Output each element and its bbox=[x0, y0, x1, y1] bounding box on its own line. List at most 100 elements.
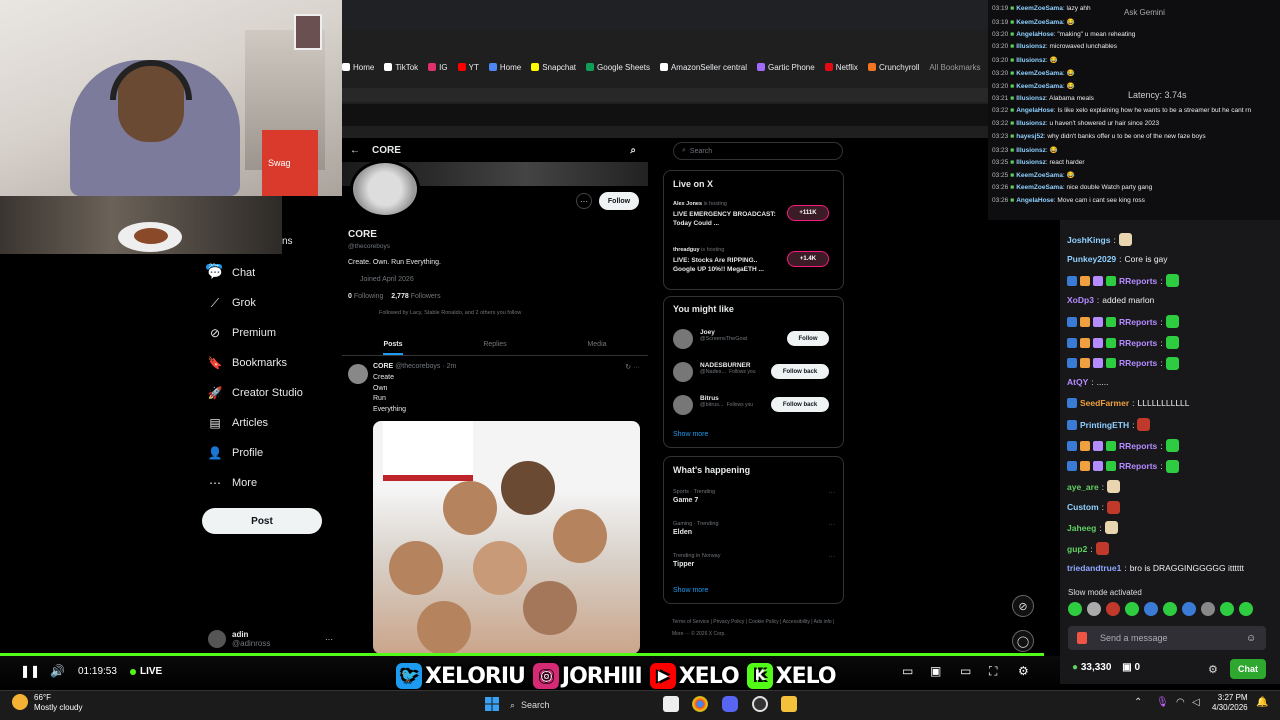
trend-more-icon[interactable]: ··· bbox=[829, 521, 836, 528]
chat-username[interactable]: RReports bbox=[1119, 276, 1157, 286]
all-bookmarks[interactable]: All Bookmarks bbox=[929, 63, 980, 72]
tweet-more-icon[interactable]: ↻ ··· bbox=[625, 363, 640, 371]
emote-icon[interactable] bbox=[1106, 602, 1120, 616]
live-count[interactable]: +1.4K bbox=[787, 251, 829, 267]
address-bar[interactable] bbox=[342, 88, 988, 102]
bookmark[interactable]: IG bbox=[428, 63, 448, 72]
followed-by[interactable]: Followed by Lacy, Stable Ronaldo, and 2 … bbox=[379, 310, 521, 316]
chat-username[interactable]: AngelaHose bbox=[1016, 197, 1054, 204]
emote-icon[interactable] bbox=[1125, 602, 1139, 616]
show-more-link[interactable]: Show more bbox=[673, 587, 708, 594]
nav-item-bookmarks[interactable]: 🔖 Bookmarks bbox=[208, 356, 288, 370]
bookmark[interactable]: Snapchat bbox=[531, 63, 576, 72]
chat-username[interactable]: hayesj52 bbox=[1016, 133, 1043, 140]
tab-posts[interactable]: Posts bbox=[342, 334, 444, 355]
chat-username[interactable]: PrintingETH bbox=[1080, 420, 1129, 430]
chat-username[interactable]: RReports bbox=[1119, 441, 1157, 451]
chat-username[interactable]: AngelaHose bbox=[1016, 107, 1054, 114]
chrome-icon[interactable] bbox=[692, 696, 708, 712]
nav-item-grok[interactable]: ⟋ Grok bbox=[208, 296, 256, 310]
chat-username[interactable]: KeemZoeSama bbox=[1016, 83, 1063, 90]
bookmark[interactable]: Home bbox=[488, 63, 521, 72]
chat-username[interactable]: Illusionsz bbox=[1016, 57, 1046, 64]
follow-button[interactable]: Follow bbox=[599, 192, 639, 210]
weather-widget[interactable]: 66°F Mostly cloudy bbox=[34, 693, 82, 713]
emote-icon[interactable] bbox=[1068, 602, 1082, 616]
bookmark[interactable]: Crunchyroll bbox=[867, 63, 919, 72]
obs-icon[interactable] bbox=[752, 696, 768, 712]
tab-media[interactable]: Media bbox=[546, 334, 648, 355]
nav-item-chat[interactable]: 💬 Chat bbox=[208, 266, 256, 280]
suggestion-row[interactable]: Joey @ScreensTheGoat Follow bbox=[673, 327, 835, 351]
chat-username[interactable]: KeemZoeSama bbox=[1016, 5, 1063, 12]
trend-more-icon[interactable]: ··· bbox=[829, 489, 836, 496]
account-switcher[interactable]: adin @adinross ··· bbox=[208, 626, 333, 652]
chat-username[interactable]: AngelaHose bbox=[1016, 31, 1054, 38]
taskbar-clock[interactable]: 3:27 PM 4/30/2026 bbox=[1212, 693, 1248, 713]
chat-username[interactable]: Illusionsz bbox=[1016, 43, 1046, 50]
nav-item-premium[interactable]: ⊘ Premium bbox=[208, 326, 276, 340]
suggestion-row[interactable]: NADESBURNER @Nades... Follows you Follow ba… bbox=[673, 360, 835, 384]
bookmark[interactable]: Google Sheets bbox=[586, 63, 650, 72]
notification-bell-icon[interactable]: 🔔 bbox=[1256, 697, 1268, 708]
clip-camera-icon[interactable]: ▣ bbox=[930, 664, 941, 678]
chat-username[interactable]: Illusionsz bbox=[1016, 159, 1046, 166]
emote-icon[interactable] bbox=[1220, 602, 1234, 616]
trend-item[interactable]: Gaming · Trending Elden ··· bbox=[673, 521, 835, 536]
wifi-icon[interactable]: ◠ bbox=[1176, 697, 1185, 708]
chat-username[interactable]: triedandtrue1 bbox=[1067, 563, 1121, 573]
ask-gemini[interactable]: Ask Gemini bbox=[1124, 8, 1165, 17]
follow-button[interactable]: Follow back bbox=[771, 364, 829, 379]
pause-icon[interactable]: ❚❚ bbox=[20, 664, 40, 678]
emote-icon[interactable] bbox=[1201, 602, 1215, 616]
following-count[interactable]: 0 bbox=[348, 293, 352, 300]
player-settings-icon[interactable]: ⚙ bbox=[1018, 664, 1029, 678]
tweet-image[interactable] bbox=[373, 421, 640, 654]
tab-replies[interactable]: Replies bbox=[444, 334, 546, 355]
back-arrow-icon[interactable]: ← bbox=[350, 145, 360, 156]
chat-username[interactable]: KeemZoeSama bbox=[1016, 70, 1063, 77]
chat-username[interactable]: Jaheeg bbox=[1067, 523, 1096, 533]
speaker-icon[interactable]: ◁ bbox=[1192, 697, 1200, 708]
bookmark[interactable]: Gartic Phone bbox=[757, 63, 815, 72]
search-input[interactable]: ⌕ Search bbox=[673, 142, 843, 160]
chat-username[interactable]: JoshKings bbox=[1067, 235, 1110, 245]
tray-overflow-icon[interactable]: ⌃ bbox=[1134, 697, 1142, 708]
live-item[interactable]: Alex Jones is hosting LIVE EMERGENCY BRO… bbox=[673, 201, 835, 228]
nav-item-more[interactable]: ⋯ More bbox=[208, 476, 257, 490]
clip-icon[interactable]: ⊘ bbox=[1012, 595, 1034, 617]
chat-username[interactable]: AtQY bbox=[1067, 377, 1088, 387]
live-item[interactable]: threadguy is hosting LIVE: Stocks Are RI… bbox=[673, 247, 835, 274]
chat-username[interactable]: aye_are bbox=[1067, 482, 1099, 492]
emote-icon[interactable] bbox=[1239, 602, 1253, 616]
chat-username[interactable]: KeemZoeSama bbox=[1016, 19, 1063, 26]
pip-icon[interactable]: ▭ bbox=[902, 664, 913, 678]
weather-icon[interactable] bbox=[12, 694, 28, 710]
trend-item[interactable]: Trending in Norway Tipper ··· bbox=[673, 553, 835, 568]
bookmark[interactable]: Netflix bbox=[824, 63, 858, 72]
discord-icon[interactable] bbox=[722, 696, 738, 712]
follow-button[interactable]: Follow back bbox=[771, 397, 829, 412]
taskbar-search[interactable]: ⌕ Search bbox=[510, 695, 650, 715]
search-icon[interactable]: ⌕ bbox=[630, 145, 636, 156]
chat-username[interactable]: Illusionsz bbox=[1016, 147, 1046, 154]
theatre-icon[interactable]: ▭ bbox=[960, 664, 971, 678]
more-options-icon[interactable]: ··· bbox=[576, 193, 592, 209]
fullscreen-icon[interactable]: ⛶ bbox=[989, 664, 997, 679]
chat-bubble-icon[interactable]: ◯ bbox=[1012, 630, 1034, 652]
chat-username[interactable]: Illusionsz bbox=[1016, 95, 1046, 102]
bookmark[interactable]: AmazonSeller central bbox=[659, 63, 747, 72]
file-app-icon[interactable] bbox=[663, 696, 679, 712]
x-footer-links[interactable]: Terms of Service | Privacy Policy | Cook… bbox=[672, 616, 842, 640]
chat-username[interactable]: KeemZoeSama bbox=[1016, 184, 1063, 191]
emote-icon[interactable] bbox=[1087, 602, 1101, 616]
emote-picker-icon[interactable]: ☺ bbox=[1246, 633, 1256, 644]
emote-icon[interactable] bbox=[1163, 602, 1177, 616]
chat-username[interactable]: KeemZoeSama bbox=[1016, 172, 1063, 179]
chat-username[interactable]: Illusionsz bbox=[1016, 120, 1046, 127]
nav-item-creator-studio[interactable]: 🚀 Creator Studio bbox=[208, 386, 303, 400]
chat-username[interactable]: RReports bbox=[1119, 358, 1157, 368]
channel-points[interactable]: ● 33,330 ▣ 0 bbox=[1072, 662, 1140, 673]
chat-username[interactable]: RReports bbox=[1119, 338, 1157, 348]
tweet[interactable]: CORE @thecoreboys · 2m ↻ ··· Create Own … bbox=[348, 362, 644, 422]
